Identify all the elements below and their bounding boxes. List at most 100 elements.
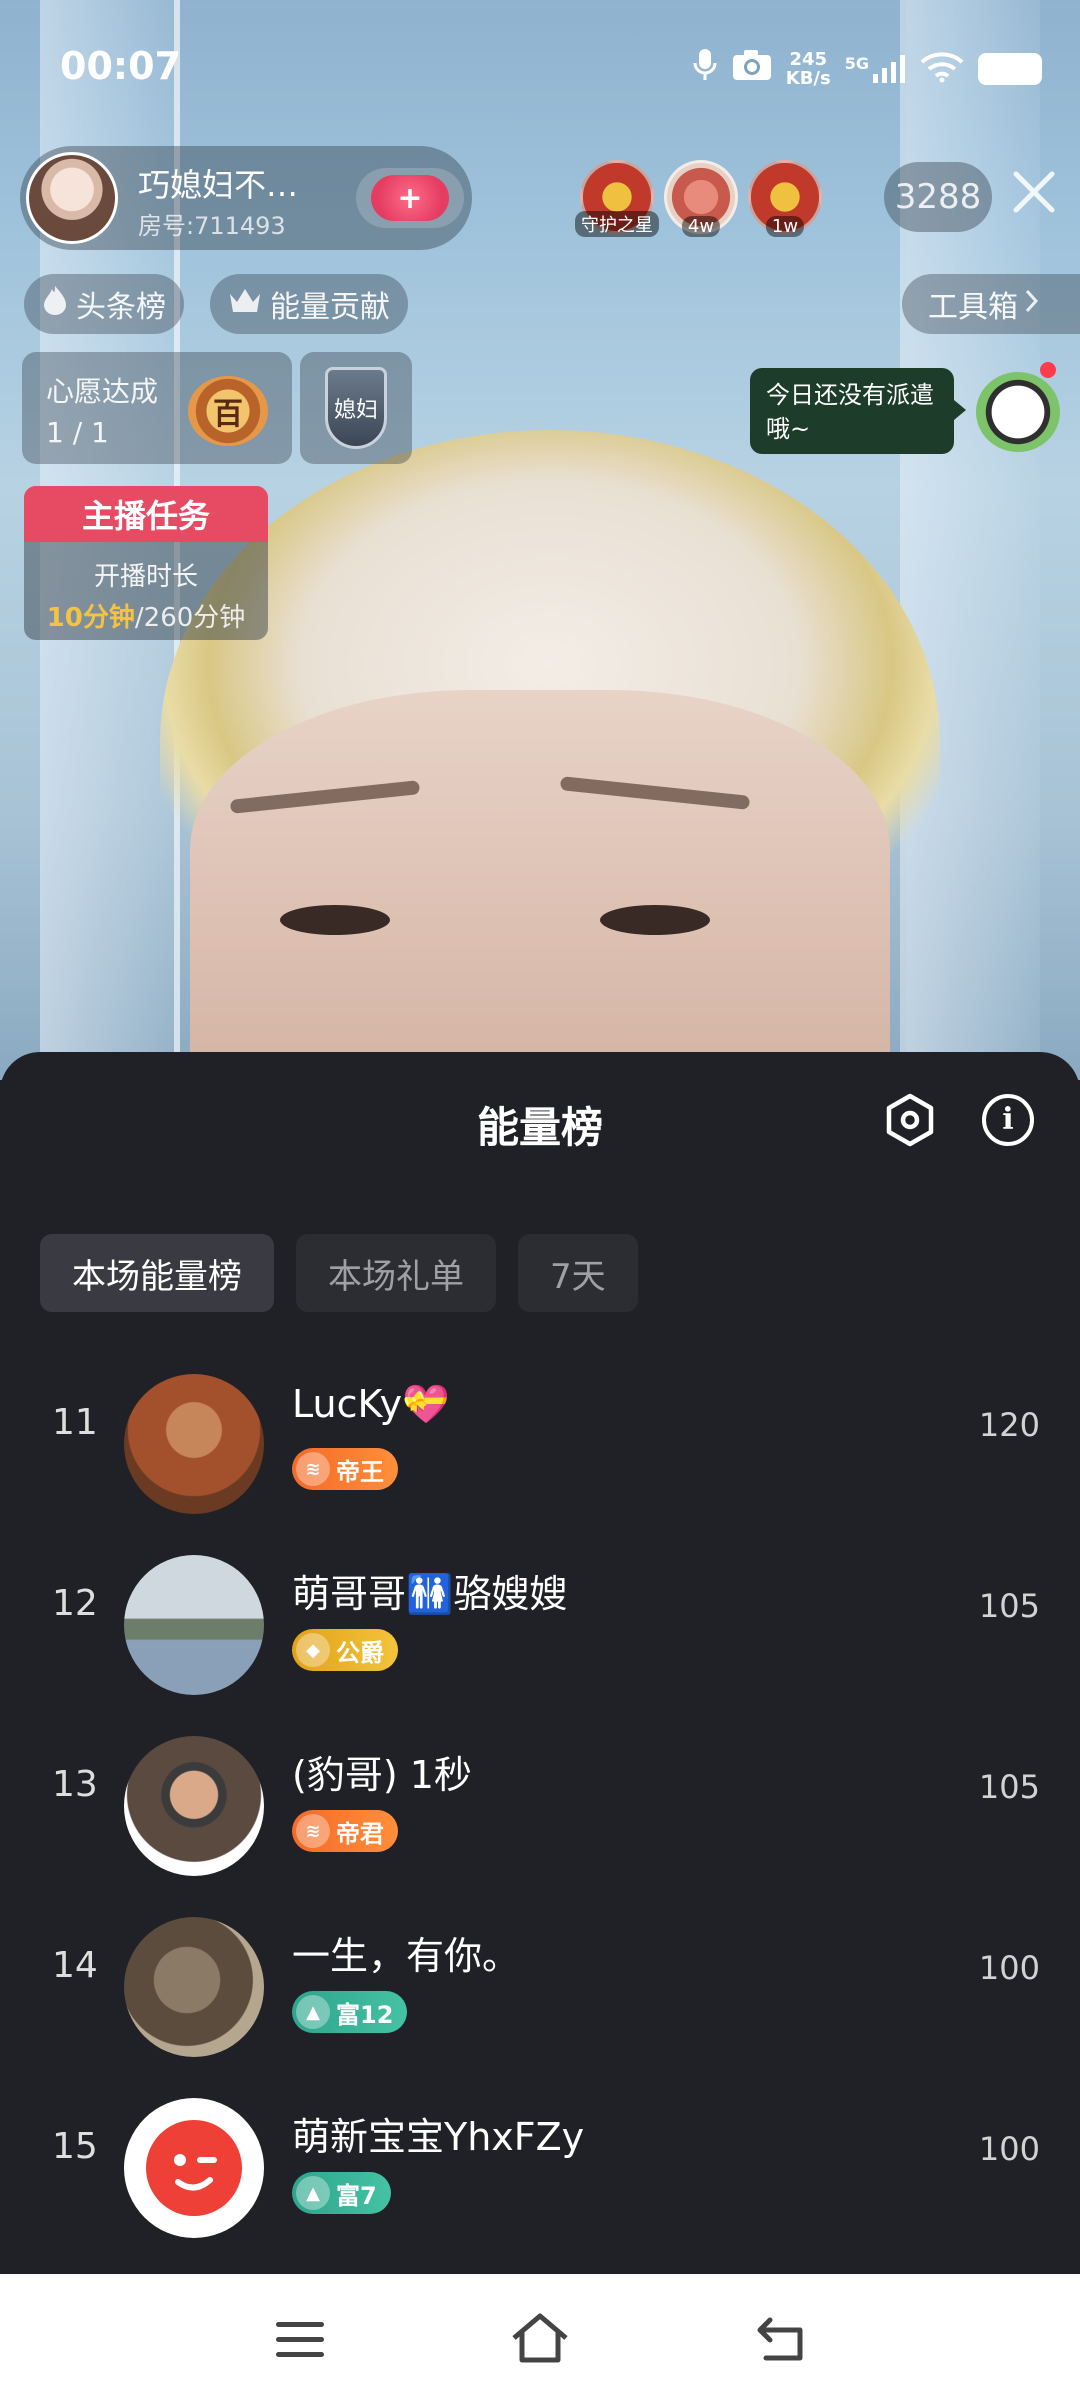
ranking-row[interactable]: 15 萌新宝宝YhxFZy ▲ 富7 100 [0, 2076, 1080, 2257]
diamond-icon: ◆ [296, 1633, 330, 1667]
task-progress: 10分钟/260分钟 [24, 597, 268, 634]
energy-score: 105 [978, 1587, 1040, 1625]
streamer-task-card[interactable]: 主播任务 开播时长 10分钟/260分钟 [24, 486, 268, 640]
energy-score: 100 [978, 2130, 1040, 2168]
flame-icon [42, 285, 68, 323]
wish-title: 心愿达成 [46, 375, 159, 408]
avatar[interactable] [124, 1736, 264, 1876]
triangle-icon: ▲ [296, 1995, 330, 2029]
network-type: 5G [844, 54, 869, 73]
top-viewer-1[interactable]: 守护之星 [575, 160, 659, 237]
shield-icon: 媳妇 [325, 367, 387, 449]
medal-icon: 百 [188, 376, 268, 446]
level-badge-label: 帝君 [336, 1819, 384, 1848]
signal-icon: 5G [845, 54, 906, 84]
battery-icon [978, 53, 1042, 85]
close-button[interactable] [1004, 168, 1064, 228]
mic-icon [692, 48, 718, 90]
top-viewer-2[interactable]: 4w [664, 160, 738, 237]
viewer-tag: 守护之星 [575, 211, 659, 237]
info-button[interactable]: i [982, 1094, 1034, 1146]
status-time: 00:07 [60, 44, 181, 88]
ranking-row[interactable]: 14 一生，有你。 ▲ 富12 100 [0, 1895, 1080, 2076]
notification-dot [1040, 362, 1056, 378]
tab-session-gifts[interactable]: 本场礼单 [296, 1234, 496, 1312]
headline-chart-label: 头条榜 [76, 290, 166, 325]
home-button[interactable] [510, 2312, 570, 2364]
home-icon [512, 2313, 568, 2363]
net-speed: 245 KB/s [786, 50, 831, 88]
recent-apps-button[interactable] [276, 2322, 324, 2358]
close-icon [1013, 171, 1055, 213]
hexagon-settings-icon [886, 1093, 934, 1147]
level-badge: ≋ 帝王 [292, 1448, 398, 1490]
back-button[interactable] [756, 2314, 806, 2362]
level-badge-label: 富7 [336, 2181, 377, 2210]
streamer-info[interactable]: 巧媳妇不… 房号:711493 + [20, 146, 472, 250]
dispatch-tip-bubble: 今日还没有派遣哦~ [750, 368, 966, 454]
avatar[interactable] [124, 1555, 264, 1695]
toolbox-label: 工具箱 [928, 290, 1018, 325]
energy-ranking-sheet: 能量榜 i 本场能量榜 本场礼单 7天 11 LucKy💝 ≋ 帝王 120 1… [0, 1052, 1080, 2274]
tab-session-energy[interactable]: 本场能量榜 [40, 1234, 274, 1312]
viewer-count[interactable]: 3288 [884, 162, 992, 232]
settings-button[interactable] [882, 1092, 938, 1148]
viewer-tag: 4w [681, 216, 721, 237]
ranking-tabs: 本场能量榜 本场礼单 7天 [40, 1234, 638, 1312]
level-badge: ▲ 富12 [292, 1991, 408, 2033]
avatar[interactable] [124, 1917, 264, 2057]
tab-7-days[interactable]: 7天 [518, 1234, 638, 1312]
level-badge: ▲ 富7 [292, 2172, 391, 2214]
task-progress-done: 10分钟 [46, 603, 135, 633]
toolbox-button[interactable]: 工具箱 [902, 274, 1080, 334]
info-icon: i [1002, 1102, 1014, 1137]
ranking-row[interactable]: 12 萌哥哥🚻骆嫂嫂 ◆ 公爵 105 [0, 1533, 1080, 1714]
net-speed-value: 245 [789, 49, 828, 70]
rank-number: 13 [52, 1764, 98, 1805]
avatar[interactable] [124, 1374, 264, 1514]
energy-score: 105 [978, 1768, 1040, 1806]
level-badge-label: 帝王 [336, 1457, 384, 1486]
rank-chevron-icon: ≋ [296, 1814, 330, 1848]
brow-left [229, 780, 421, 814]
level-badge: ◆ 公爵 [292, 1629, 398, 1671]
brow-right [559, 776, 751, 810]
rank-number: 12 [52, 1583, 98, 1624]
ranking-row[interactable]: 11 LucKy💝 ≋ 帝王 120 [0, 1352, 1080, 1533]
eye-left [280, 905, 390, 935]
streamer-avatar[interactable] [26, 152, 118, 244]
wish-progress: 1 / 1 [46, 416, 109, 449]
avatar[interactable] [124, 2098, 264, 2238]
level-badge-label: 公爵 [336, 1638, 384, 1667]
level-badge: ≋ 帝君 [292, 1810, 398, 1852]
top-viewer-3[interactable]: 1w [748, 160, 822, 237]
headline-chart-button[interactable]: 头条榜 [24, 274, 184, 334]
triangle-icon: ▲ [296, 2176, 330, 2210]
menu-line [276, 2352, 324, 2357]
user-name: 一生，有你。 [292, 1934, 521, 1978]
streamer-name: 巧媳妇不… [138, 166, 299, 204]
follow-heart-icon: + [371, 175, 449, 221]
back-icon [757, 2317, 803, 2361]
task-title: 主播任务 [24, 486, 268, 542]
task-progress-total: /260分钟 [134, 603, 246, 633]
follow-button[interactable]: + [356, 168, 464, 228]
viewer-tag: 1w [765, 216, 805, 237]
net-speed-unit: KB/s [785, 68, 831, 89]
streamer-face [190, 690, 890, 1090]
chevron-right-icon [1024, 287, 1040, 322]
user-name: (豹哥) 1秒 [292, 1753, 472, 1797]
menu-line [276, 2322, 324, 2327]
fan-badge-card[interactable]: 媳妇 [300, 352, 412, 464]
default-avatar-icon [146, 2120, 242, 2216]
camera-icon [732, 49, 772, 89]
user-name: 萌哥哥🚻骆嫂嫂 [292, 1572, 568, 1616]
wish-progress-card[interactable]: 心愿达成 1 / 1 百 [22, 352, 292, 464]
energy-score: 120 [978, 1406, 1040, 1444]
user-name: 萌新宝宝YhxFZy [292, 2115, 585, 2159]
rank-number: 15 [52, 2126, 98, 2167]
energy-contribution-button[interactable]: 能量贡献 [210, 274, 408, 334]
ranking-row[interactable]: 13 (豹哥) 1秒 ≋ 帝君 105 [0, 1714, 1080, 1895]
user-name: LucKy💝 [292, 1382, 450, 1426]
panda-mascot-icon[interactable] [976, 372, 1060, 452]
